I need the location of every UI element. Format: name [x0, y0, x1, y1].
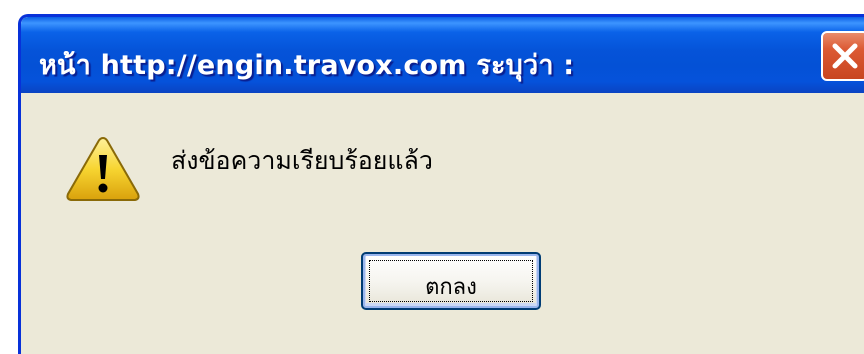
- ok-button[interactable]: ตกลง: [361, 252, 541, 310]
- close-button[interactable]: [821, 31, 864, 81]
- alert-dialog: หน้า http://engin.travox.com ระบุว่า : ส…: [18, 14, 864, 354]
- dialog-title: หน้า http://engin.travox.com ระบุว่า :: [39, 50, 575, 81]
- close-icon: [832, 43, 858, 69]
- dialog-message: ส่งข้อความเรียบร้อยแล้ว: [171, 146, 433, 175]
- ok-button-label: ตกลง: [425, 275, 477, 300]
- title-bar[interactable]: หน้า http://engin.travox.com ระบุว่า :: [21, 17, 864, 93]
- warning-icon: [65, 135, 141, 207]
